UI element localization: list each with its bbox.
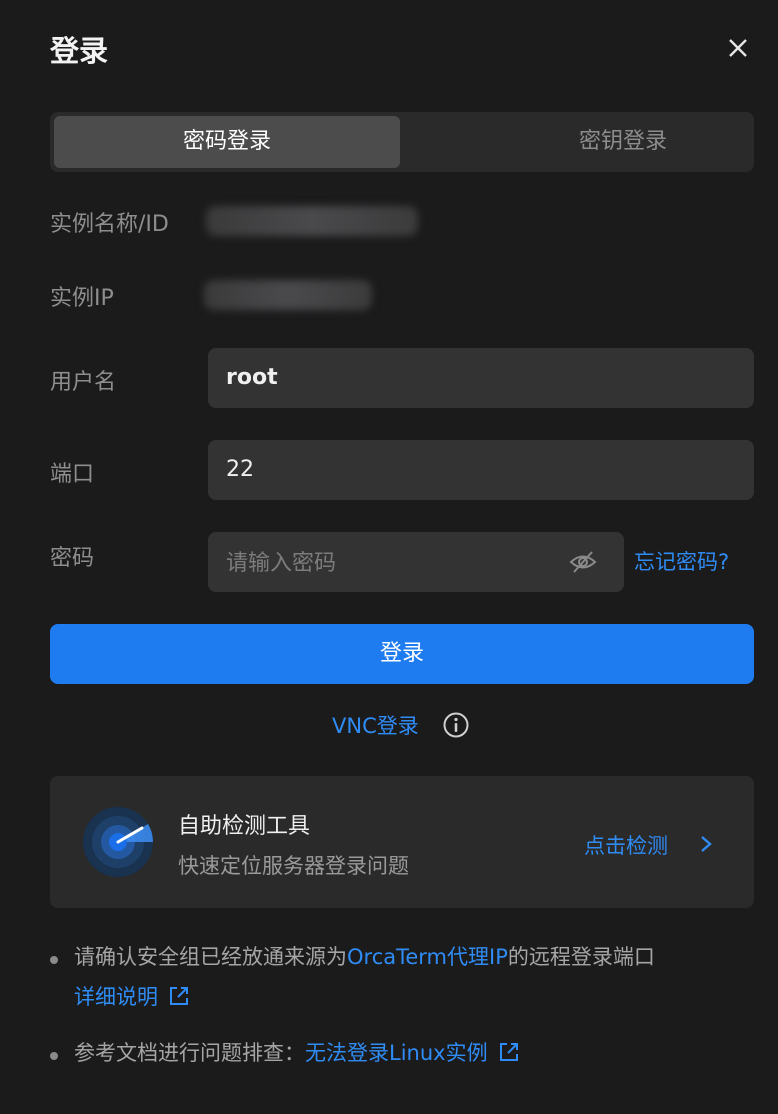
self-check-card: 自助检测工具 快速定位服务器登录问题 点击检测 bbox=[50, 776, 754, 908]
instance-name-label: 实例名称/ID bbox=[50, 212, 169, 237]
note2-prefix: 参考文档进行问题排查： bbox=[74, 1041, 305, 1065]
username-label: 用户名 bbox=[50, 370, 117, 395]
vnc-login-link[interactable]: VNC登录 bbox=[332, 710, 419, 740]
tab-password-login[interactable]: 密码登录 bbox=[54, 116, 400, 168]
close-icon[interactable] bbox=[724, 34, 752, 62]
cannot-login-linux-link[interactable]: 无法登录Linux实例 bbox=[305, 1041, 488, 1065]
eye-off-icon[interactable] bbox=[568, 548, 598, 576]
detail-link[interactable]: 详细说明 bbox=[74, 985, 158, 1009]
username-field[interactable]: root bbox=[208, 348, 754, 408]
external-link-icon[interactable] bbox=[168, 985, 190, 1007]
dialog-title: 登录 bbox=[50, 34, 109, 68]
note-security-group: 请确认安全组已经放通来源为OrcaTerm代理IP的远程登录端口 bbox=[74, 944, 655, 971]
password-field-container bbox=[208, 532, 624, 594]
self-check-button[interactable]: 点击检测 bbox=[584, 830, 668, 860]
tab-key-login[interactable]: 密钥登录 bbox=[450, 116, 778, 168]
instance-name-value-blurred bbox=[206, 206, 418, 236]
note1-suffix: 的远程登录端口 bbox=[507, 945, 655, 969]
orcaterm-proxy-ip-link[interactable]: OrcaTerm代理IP bbox=[347, 945, 508, 969]
login-dialog: 登录 密码登录 密钥登录 实例名称/ID 实例IP 用户名 root 端口 22… bbox=[0, 0, 778, 1114]
password-input[interactable] bbox=[208, 532, 578, 594]
radar-icon bbox=[83, 807, 153, 877]
port-field[interactable]: 22 bbox=[208, 440, 754, 500]
external-link-icon[interactable] bbox=[498, 1041, 520, 1063]
bullet-dot bbox=[50, 956, 58, 964]
instance-ip-label: 实例IP bbox=[50, 286, 114, 311]
self-check-subtitle: 快速定位服务器登录问题 bbox=[178, 854, 409, 878]
note-detail-row: 详细说明 bbox=[74, 984, 190, 1011]
info-icon[interactable] bbox=[442, 711, 470, 739]
port-label: 端口 bbox=[50, 462, 95, 487]
note1-prefix: 请确认安全组已经放通来源为 bbox=[74, 945, 347, 969]
self-check-title: 自助检测工具 bbox=[178, 814, 311, 839]
chevron-right-icon[interactable] bbox=[698, 834, 714, 854]
login-button[interactable]: 登录 bbox=[50, 624, 754, 684]
note-docs: 参考文档进行问题排查：无法登录Linux实例 bbox=[74, 1040, 520, 1067]
instance-ip-value-blurred bbox=[204, 280, 372, 310]
bullet-dot bbox=[50, 1052, 58, 1060]
login-method-tabs: 密码登录 密钥登录 bbox=[50, 112, 754, 172]
password-label: 密码 bbox=[50, 546, 95, 571]
forgot-password-link[interactable]: 忘记密码? bbox=[634, 546, 729, 576]
